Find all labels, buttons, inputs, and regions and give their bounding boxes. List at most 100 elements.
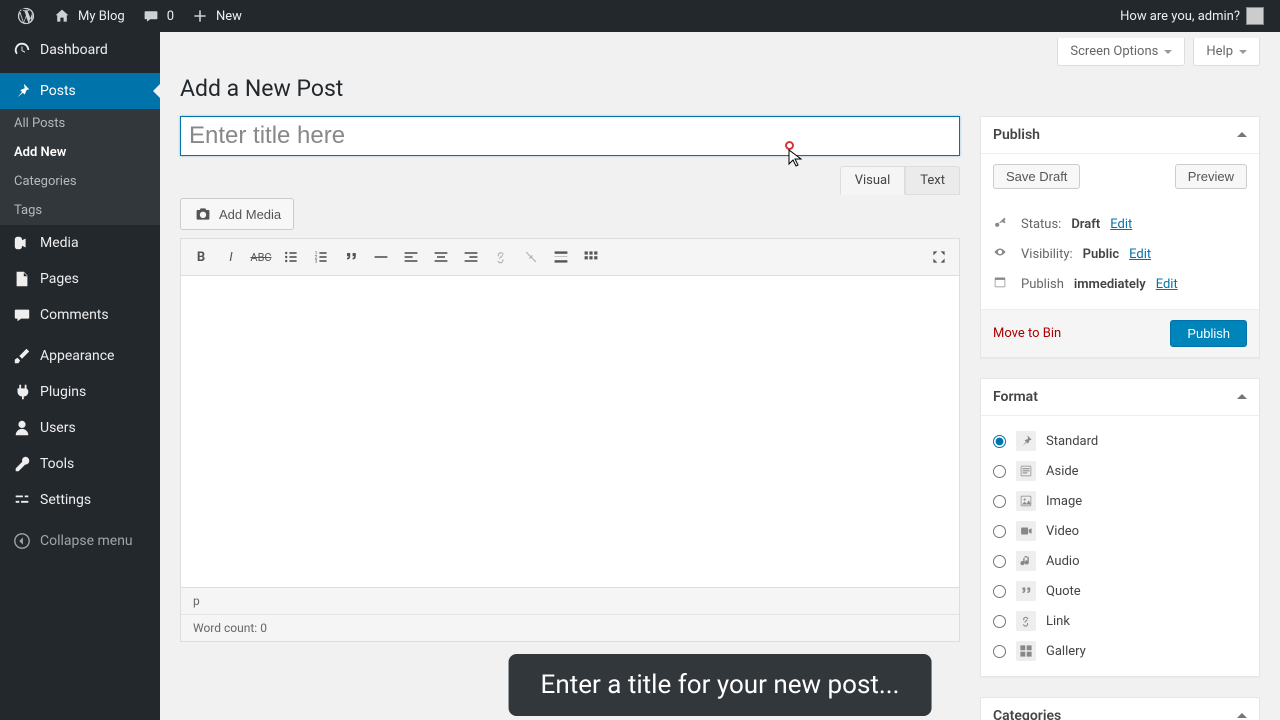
format-option-quote[interactable]: Quote — [993, 576, 1247, 606]
format-option-aside[interactable]: Aside — [993, 456, 1247, 486]
align-right-button[interactable] — [457, 243, 485, 271]
chevron-up-icon[interactable] — [1237, 127, 1247, 137]
post-title-input[interactable] — [180, 116, 960, 156]
format-radio[interactable] — [993, 465, 1006, 478]
categories-box: Categories All Categories Most Used — [980, 697, 1260, 720]
blockquote-button[interactable] — [337, 243, 365, 271]
chevron-up-icon[interactable] — [1237, 708, 1247, 718]
sidebar-item-dashboard[interactable]: Dashboard — [0, 32, 160, 68]
unlink-button[interactable] — [517, 243, 545, 271]
edit-schedule-link[interactable]: Edit — [1156, 277, 1178, 292]
format-box-title[interactable]: Format — [981, 379, 1259, 416]
move-to-bin-link[interactable]: Move to Bin — [993, 326, 1061, 341]
format-label: Audio — [1046, 554, 1079, 569]
site-name-menu[interactable]: My Blog — [44, 0, 133, 32]
chevron-up-icon[interactable] — [1237, 389, 1247, 399]
fullscreen-button[interactable] — [925, 243, 953, 271]
link-format-icon — [1016, 611, 1036, 631]
strikethrough-button[interactable]: ABC — [247, 243, 275, 271]
publish-button[interactable]: Publish — [1170, 320, 1247, 347]
admin-sidebar: Dashboard Posts All Posts Add New Catego… — [0, 32, 160, 720]
bulleted-list-button[interactable] — [277, 243, 305, 271]
bold-button[interactable]: B — [187, 243, 215, 271]
format-box: Format Standard Aside ImageVideo Audio Quote… — [980, 378, 1260, 677]
format-radio[interactable] — [993, 585, 1006, 598]
help-button[interactable]: Help — [1193, 38, 1260, 66]
key-icon — [993, 215, 1011, 233]
sidebar-item-users[interactable]: Users — [0, 410, 160, 446]
format-label: Link — [1046, 614, 1070, 629]
align-center-button[interactable] — [427, 243, 455, 271]
wrench-icon — [12, 454, 32, 474]
submenu-tags[interactable]: Tags — [0, 196, 160, 225]
format-radio[interactable] — [993, 645, 1006, 658]
sidebar-item-appearance[interactable]: Appearance — [0, 338, 160, 374]
format-radio[interactable] — [993, 495, 1006, 508]
format-radio[interactable] — [993, 525, 1006, 538]
sidebar-item-settings[interactable]: Settings — [0, 482, 160, 518]
home-icon — [52, 6, 72, 26]
format-radio[interactable] — [993, 615, 1006, 628]
preview-button[interactable]: Preview — [1175, 164, 1247, 189]
format-label: Aside — [1046, 464, 1079, 479]
italic-button[interactable]: I — [217, 243, 245, 271]
submenu-add-new[interactable]: Add New — [0, 138, 160, 167]
submenu-all-posts[interactable]: All Posts — [0, 109, 160, 138]
sidebar-item-label: Dashboard — [40, 42, 108, 58]
posts-submenu: All Posts Add New Categories Tags — [0, 109, 160, 225]
format-radio[interactable] — [993, 435, 1006, 448]
format-label: Gallery — [1046, 644, 1086, 659]
tab-visual[interactable]: Visual — [840, 166, 906, 195]
sidebar-item-media[interactable]: Media — [0, 225, 160, 261]
wordpress-icon — [16, 6, 36, 26]
new-label: New — [216, 9, 242, 24]
toolbar-toggle-button[interactable] — [577, 243, 605, 271]
edit-visibility-link[interactable]: Edit — [1129, 247, 1151, 262]
sidebar-item-pages[interactable]: Pages — [0, 261, 160, 297]
format-label: Quote — [1046, 584, 1081, 599]
format-option-audio[interactable]: Audio — [993, 546, 1247, 576]
collapse-menu[interactable]: Collapse menu — [0, 523, 160, 559]
editor-textarea[interactable] — [180, 276, 960, 588]
admin-bar: My Blog 0 New How are you, admin? — [0, 0, 1280, 32]
plug-icon — [12, 382, 32, 402]
format-option-gallery[interactable]: Gallery — [993, 636, 1247, 666]
sidebar-item-comments[interactable]: Comments — [0, 297, 160, 333]
editor-path: p — [181, 588, 959, 615]
chevron-down-icon — [1239, 50, 1247, 58]
numbered-list-button[interactable]: 123 — [307, 243, 335, 271]
format-option-link[interactable]: Link — [993, 606, 1247, 636]
align-left-button[interactable] — [397, 243, 425, 271]
add-media-label: Add Media — [219, 207, 281, 222]
add-media-button[interactable]: Add Media — [180, 198, 294, 230]
main-content: Screen Options Help Add a New Post Add M… — [160, 32, 1280, 720]
calendar-icon — [993, 275, 1011, 293]
wp-logo-menu[interactable] — [8, 0, 44, 32]
site-name: My Blog — [78, 9, 125, 24]
link-button[interactable] — [487, 243, 515, 271]
tab-text[interactable]: Text — [905, 166, 960, 195]
new-content-menu[interactable]: New — [182, 0, 250, 32]
submenu-categories[interactable]: Categories — [0, 167, 160, 196]
comments-menu[interactable]: 0 — [133, 0, 182, 32]
publish-box-title[interactable]: Publish — [981, 117, 1259, 154]
read-more-button[interactable] — [547, 243, 575, 271]
chevron-down-icon — [1164, 50, 1172, 58]
format-option-standard[interactable]: Standard — [993, 426, 1247, 456]
edit-status-link[interactable]: Edit — [1110, 217, 1132, 232]
sidebar-item-posts[interactable]: Posts — [0, 73, 160, 109]
sidebar-item-label: Appearance — [40, 348, 114, 364]
format-radio[interactable] — [993, 555, 1006, 568]
sidebar-item-tools[interactable]: Tools — [0, 446, 160, 482]
hr-button[interactable] — [367, 243, 395, 271]
account-menu[interactable]: How are you, admin? — [1112, 0, 1272, 32]
word-count: Word count: 0 — [181, 615, 959, 641]
categories-box-title[interactable]: Categories — [981, 698, 1259, 720]
save-draft-button[interactable]: Save Draft — [993, 164, 1080, 189]
comment-icon — [141, 6, 161, 26]
sidebar-item-label: Settings — [40, 492, 91, 508]
format-option-image[interactable]: Image — [993, 486, 1247, 516]
format-option-video[interactable]: Video — [993, 516, 1247, 546]
sidebar-item-plugins[interactable]: Plugins — [0, 374, 160, 410]
screen-options-button[interactable]: Screen Options — [1057, 38, 1185, 66]
